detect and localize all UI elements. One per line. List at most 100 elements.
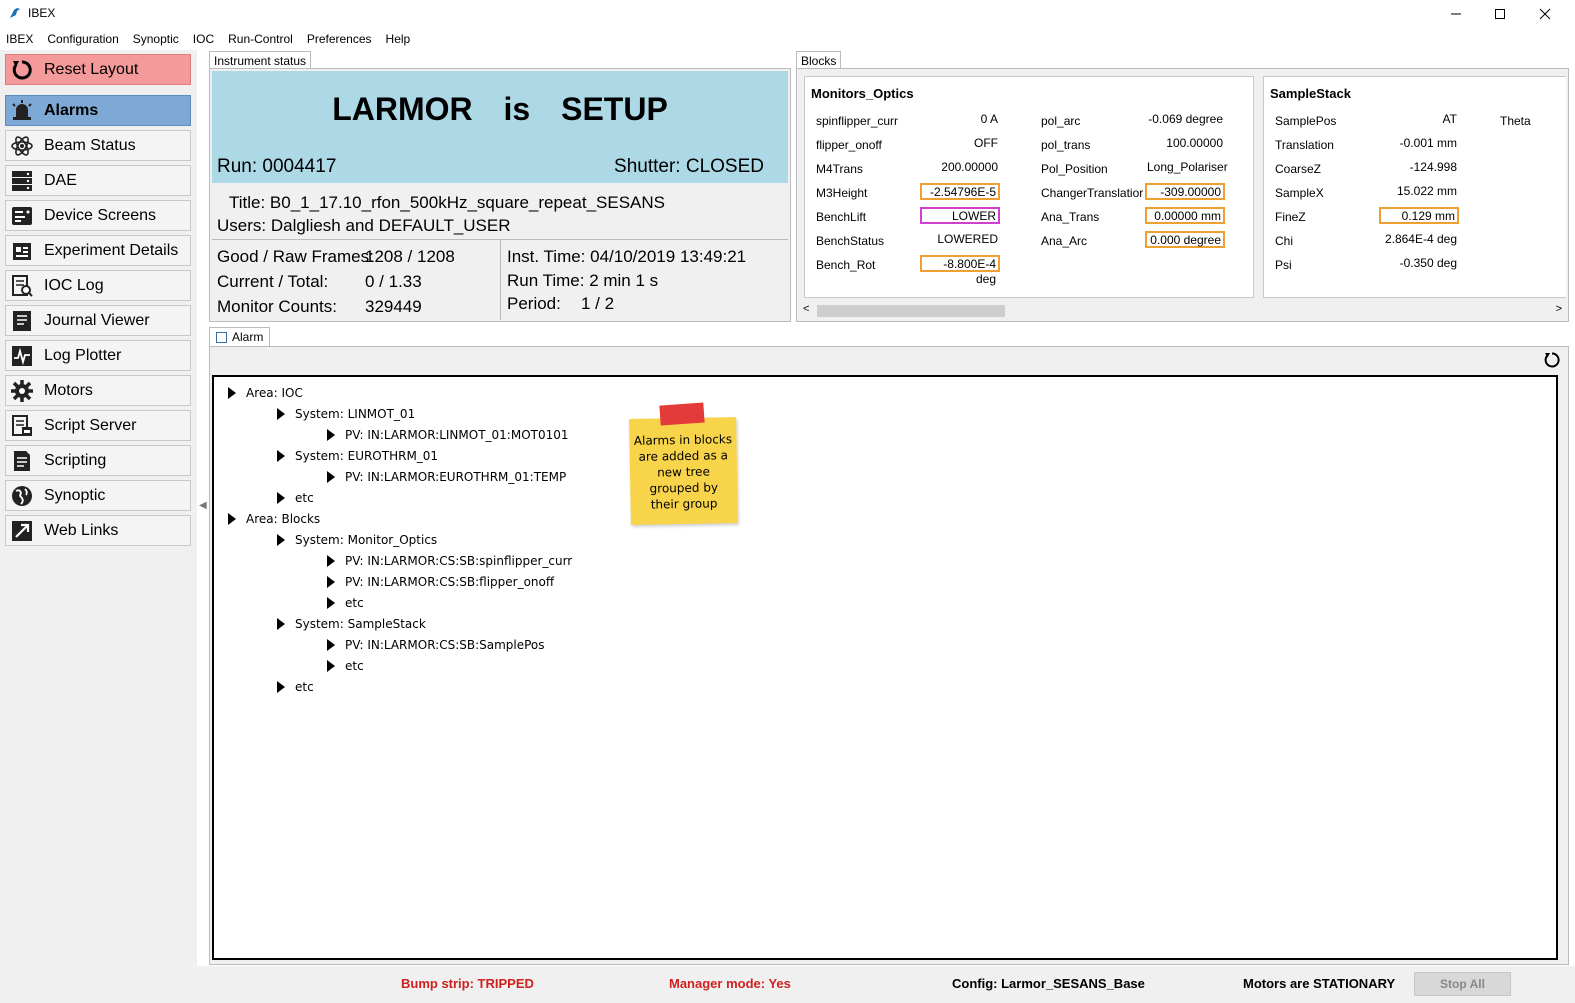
nav-web-links[interactable]: Web Links	[5, 515, 191, 546]
close-button[interactable]	[1522, 0, 1568, 28]
plot-icon	[8, 343, 36, 369]
manager-mode-status: Manager mode: Yes	[669, 976, 791, 991]
motors-status: Motors are STATIONARY	[1243, 976, 1396, 991]
nav-label: Script Server	[44, 416, 137, 434]
alarm-tab[interactable]: Alarm	[209, 327, 271, 347]
maximize-button[interactable]	[1477, 0, 1523, 28]
expand-arrow-icon[interactable]	[327, 429, 335, 441]
tree-node-area[interactable]: Area: IOC	[228, 386, 303, 400]
tree-node-pv[interactable]: PV: IN:LARMOR:CS:SB:flipper_onoff	[327, 575, 554, 589]
script-server-icon	[8, 413, 36, 439]
menu-synoptic[interactable]: Synoptic	[133, 32, 179, 46]
block-value: 15.022 mm	[1396, 184, 1457, 198]
tree-node-etc[interactable]: etc	[327, 596, 364, 610]
shutter-status: Shutter: CLOSED	[614, 156, 764, 177]
expand-arrow-icon[interactable]	[327, 597, 335, 609]
config-status: Config: Larmor_SESANS_Base	[952, 976, 1145, 991]
alarm-siren-icon	[8, 98, 36, 124]
menu-configuration[interactable]: Configuration	[47, 32, 118, 46]
expand-arrow-icon[interactable]	[277, 408, 285, 420]
menu-help[interactable]: Help	[386, 32, 411, 46]
menu-preferences[interactable]: Preferences	[307, 32, 372, 46]
tree-node-system[interactable]: System: LINMOT_01	[277, 407, 415, 421]
tree-node-area[interactable]: Area: Blocks	[228, 512, 320, 526]
expand-arrow-icon[interactable]	[277, 618, 285, 630]
nav-script-server[interactable]: Script Server	[5, 410, 191, 441]
tree-node-system[interactable]: System: SampleStack	[277, 617, 426, 631]
instrument-status-tab[interactable]: Instrument status	[209, 51, 312, 69]
divider	[500, 240, 501, 320]
nav-journal-viewer[interactable]: Journal Viewer	[5, 305, 191, 336]
nav-experiment-details[interactable]: Experiment Details	[5, 235, 191, 266]
expand-arrow-icon[interactable]	[277, 492, 285, 504]
minimize-button[interactable]	[1433, 0, 1479, 28]
window-title: IBEX	[28, 6, 56, 20]
scroll-left-arrow-icon[interactable]: <	[803, 303, 809, 315]
frames-value: 1208 / 1208	[365, 247, 455, 266]
refresh-icon[interactable]	[1543, 351, 1561, 369]
block-group-monitors-optics: Monitors_Optics spinflipper_curr 0 A fli…	[804, 76, 1254, 298]
scroll-right-arrow-icon[interactable]: >	[1556, 303, 1562, 315]
block-name: BenchLift	[816, 210, 867, 224]
nav-motors[interactable]: Motors	[5, 375, 191, 406]
atom-icon	[8, 133, 36, 159]
reset-layout-button[interactable]: Reset Layout	[5, 54, 191, 85]
monitor-value: 329449	[365, 297, 422, 316]
block-name: Translation	[1275, 138, 1334, 152]
menu-ibex[interactable]: IBEX	[6, 32, 33, 46]
tree-node-etc[interactable]: etc	[277, 680, 314, 694]
blocks-panel: Monitors_Optics spinflipper_curr 0 A fli…	[796, 68, 1569, 322]
scrollbar-thumb[interactable]	[817, 305, 1005, 317]
tree-node-pv[interactable]: PV: IN:LARMOR:CS:SB:SamplePos	[327, 638, 545, 652]
block-name: flipper_onoff	[816, 138, 882, 152]
nav-label: DAE	[44, 171, 77, 189]
period-label: Period:	[507, 294, 561, 313]
tree-node-etc[interactable]: etc	[277, 491, 314, 505]
nav-alarms[interactable]: Alarms	[5, 95, 191, 126]
block-name: CoarseZ	[1275, 162, 1322, 176]
expand-arrow-icon[interactable]	[327, 639, 335, 651]
nav-device-screens[interactable]: Device Screens	[5, 200, 191, 231]
nav-scripting[interactable]: Scripting	[5, 445, 191, 476]
nav-synoptic[interactable]: Synoptic	[5, 480, 191, 511]
expand-arrow-icon[interactable]	[277, 534, 285, 546]
expand-arrow-icon[interactable]	[327, 576, 335, 588]
block-value: 2.864E-4 deg	[1384, 232, 1457, 246]
blocks-tab[interactable]: Blocks	[796, 51, 842, 69]
tree-node-label: PV: IN:LARMOR:EUROTHRM_01:TEMP	[345, 470, 567, 484]
expand-arrow-icon[interactable]	[327, 660, 335, 672]
sticky-note: Alarms in blocks are added as a new tree…	[629, 402, 738, 525]
tree-node-system[interactable]: System: Monitor_Optics	[277, 533, 437, 547]
menu-ioc[interactable]: IOC	[193, 32, 214, 46]
expand-arrow-icon[interactable]	[228, 513, 236, 525]
block-value: 100.00000	[1166, 136, 1223, 150]
expand-arrow-icon[interactable]	[327, 555, 335, 567]
nav-label: Synoptic	[44, 486, 106, 504]
tree-node-label: Area: IOC	[246, 386, 303, 400]
nav-log-plotter[interactable]: Log Plotter	[5, 340, 191, 371]
expand-arrow-icon[interactable]	[327, 471, 335, 483]
stop-all-button[interactable]: Stop All	[1414, 972, 1511, 996]
block-value-alarm: -8.800E-4 deg	[920, 255, 1000, 286]
collapse-left-arrow-icon[interactable]: ◀	[199, 500, 207, 511]
block-value-alarm: -309.00000	[1145, 183, 1225, 200]
expand-arrow-icon[interactable]	[277, 681, 285, 693]
run-title: Title: B0_1_17.10_rfon_500kHz_square_rep…	[229, 193, 665, 212]
tree-node-pv[interactable]: PV: IN:LARMOR:CS:SB:spinflipper_curr	[327, 554, 572, 568]
nav-ioc-log[interactable]: IOC Log	[5, 270, 191, 301]
run-number: Run: 0004417	[217, 156, 337, 177]
tree-node-pv[interactable]: PV: IN:LARMOR:LINMOT_01:MOT0101	[327, 428, 569, 442]
tree-node-label: etc	[345, 659, 364, 673]
expand-arrow-icon[interactable]	[277, 450, 285, 462]
block-name: Theta	[1500, 114, 1531, 128]
tree-node-etc[interactable]: etc	[327, 659, 364, 673]
period-value: 1 / 2	[581, 294, 615, 313]
nav-beam-status[interactable]: Beam Status	[5, 130, 191, 161]
nav-dae[interactable]: DAE	[5, 165, 191, 196]
log-search-icon	[8, 273, 36, 299]
tree-node-system[interactable]: System: EUROTHRM_01	[277, 449, 438, 463]
menu-run-control[interactable]: Run-Control	[228, 32, 293, 46]
expand-arrow-icon[interactable]	[228, 387, 236, 399]
blocks-horizontal-scrollbar[interactable]: < >	[799, 302, 1566, 319]
tree-node-pv[interactable]: PV: IN:LARMOR:EUROTHRM_01:TEMP	[327, 470, 566, 484]
